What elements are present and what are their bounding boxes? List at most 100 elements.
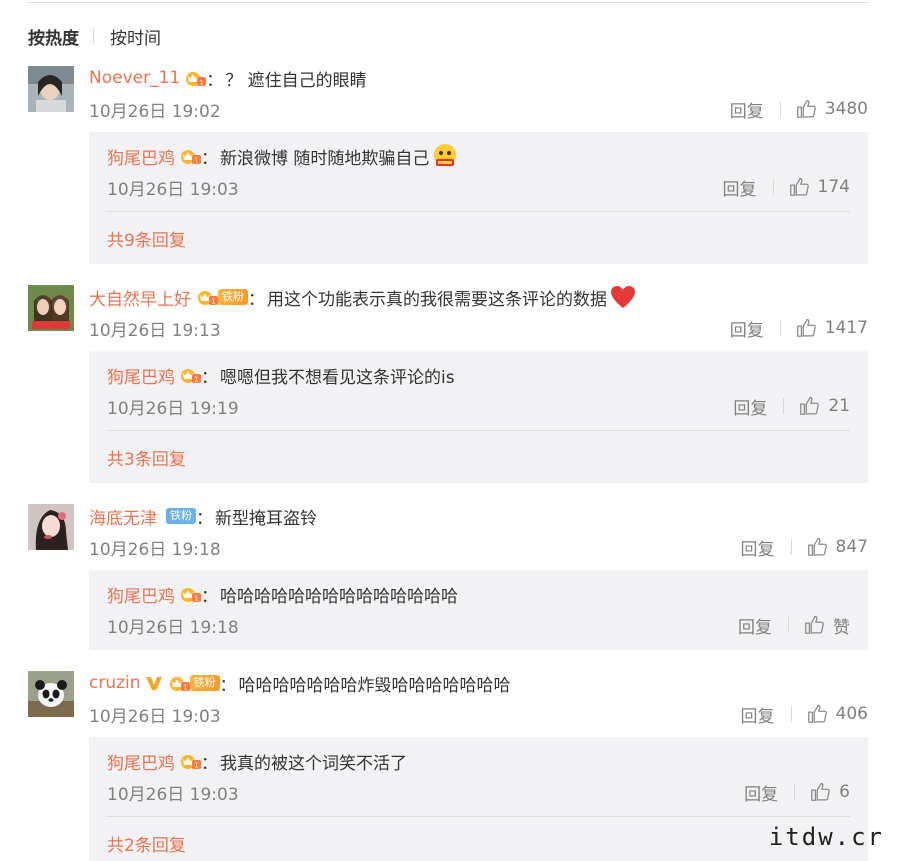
avatar[interactable] [28,66,74,112]
comment-meta: 10月26日 19:02 回复 3480 [89,97,868,122]
reply-actions: 回复 赞 [738,613,850,638]
reply-meta: 10月26日 19:03 回复 6 [107,780,850,805]
like-count: 847 [835,537,868,557]
thumb-up-icon [795,317,817,339]
more-replies: 共3条回复 [89,431,868,483]
comment-text-line: Noever_11 ： ？ 遮住自己的眼睛 [89,66,367,91]
like-count: 406 [835,704,868,724]
crown-badge-icon [168,674,190,692]
like-count: 3480 [824,99,868,119]
like-button[interactable]: 174 [788,176,850,198]
reply-button[interactable]: 回复 [738,613,772,638]
like-count: 6 [839,782,850,802]
like-button[interactable]: 21 [798,395,850,417]
reply-meta: 10月26日 19:19 回复 21 [107,394,850,419]
avatar[interactable] [28,285,74,331]
reply-username[interactable]: 狗尾巴鸡 [107,363,175,388]
reply-item: 狗尾巴鸡 ： 哈哈哈哈哈哈哈哈哈哈哈哈哈哈 10月26日 19:18 回复 赞 [89,570,868,650]
colon: ： [201,586,218,607]
reply-text: 新浪微博 随时随地欺骗自己 [220,148,430,169]
thumb-up-icon [806,536,828,558]
crown-badge-icon [179,752,201,770]
comment-meta: 10月26日 19:18 回复 847 [89,535,868,560]
iron-fan-tag: 铁粉 [189,675,220,691]
crown-badge-icon [179,147,201,165]
reply-time: 10月26日 19:03 [107,784,239,805]
avatar[interactable] [28,504,74,550]
heart-emoji [609,283,637,311]
comment-username[interactable]: 大自然早上好 [89,285,191,310]
reply-username[interactable]: 狗尾巴鸡 [107,144,175,169]
like-button[interactable]: 406 [806,703,868,725]
reply-list: 狗尾巴鸡 ： 我真的被这个词笑不活了 10月26日 19:03 回复 6 共2条… [89,737,868,861]
comment-username[interactable]: cruzin [89,673,141,693]
fan-badge: 铁粉 [160,507,196,525]
reply-button[interactable]: 回复 [733,394,767,419]
comment-meta: 10月26日 19:03 回复 406 [89,702,868,727]
thumb-up-icon [809,781,831,803]
reply-button[interactable]: 回复 [744,780,778,805]
reply-username[interactable]: 狗尾巴鸡 [107,582,175,607]
reply-button[interactable]: 回复 [730,97,764,122]
sort-separator [93,28,94,44]
reply-meta: 10月26日 19:03 回复 174 [107,175,850,200]
reply-list: 狗尾巴鸡 ： 新浪微博 随时随地欺骗自己 10月26日 19:03 回复 174… [89,132,868,264]
vip-v-icon [145,674,163,692]
reply-actions: 回复 21 [733,394,850,419]
thumb-up-icon [803,614,825,636]
like-count: 赞 [833,617,850,638]
comment-username[interactable]: 海底无津 [89,504,157,529]
action-separator [779,320,781,336]
reply-username[interactable]: 狗尾巴鸡 [107,749,175,774]
reply-time: 10月26日 19:19 [107,398,239,419]
more-replies-link[interactable]: 共3条回复 [107,445,186,470]
comment-text: ？ 遮住自己的眼睛 [225,70,367,91]
crown-badge-icon [184,69,206,87]
reply-button[interactable]: 回复 [730,316,764,341]
like-button[interactable]: 847 [806,536,868,558]
like-button[interactable]: 赞 [803,613,850,638]
action-separator [790,706,792,722]
reply-text: 嗯嗯但我不想看见这条评论的is [220,367,455,388]
colon: ： [196,508,213,529]
reply-button[interactable]: 回复 [741,535,775,560]
like-button[interactable]: 6 [809,781,850,803]
reply-text-line: 狗尾巴鸡 ： 嗯嗯但我不想看见这条评论的is [107,363,455,388]
iron-fan-tag: 铁粉 [166,508,196,524]
colon: ： [248,289,265,310]
like-count: 1417 [824,318,868,338]
reply-text: 哈哈哈哈哈哈哈哈哈哈哈哈哈哈 [220,586,458,607]
reply-button[interactable]: 回复 [741,702,775,727]
action-separator [788,617,789,633]
reply-text-line: 狗尾巴鸡 ： 新浪微博 随时随地欺骗自己 [107,144,459,169]
colon: ： [201,367,218,388]
reply-text-line: 狗尾巴鸡 ： 我真的被这个词笑不活了 [107,749,407,774]
iron-fan-tag: 铁粉 [218,289,248,305]
like-button[interactable]: 3480 [795,98,868,120]
crown-badge-icon [196,288,218,306]
sort-by-time-tab[interactable]: 按时间 [110,24,161,49]
reply-button[interactable]: 回复 [723,175,757,200]
colon: ： [201,148,218,169]
comment-actions: 回复 847 [741,535,868,560]
reply-item: 狗尾巴鸡 ： 新浪微博 随时随地欺骗自己 10月26日 19:03 回复 174 [89,132,868,212]
crown-badge-icon [179,366,201,384]
action-separator [790,539,792,555]
fan-badge: 铁粉 [166,674,220,692]
action-separator [783,398,785,414]
comment-actions: 回复 3480 [730,97,868,122]
action-separator [779,101,781,117]
more-replies-link[interactable]: 共9条回复 [107,226,186,251]
action-separator [772,179,774,195]
comment-username[interactable]: Noever_11 [89,68,180,88]
reply-time: 10月26日 19:18 [107,617,239,638]
reply-item: 狗尾巴鸡 ： 嗯嗯但我不想看见这条评论的is 10月26日 19:19 回复 2… [89,351,868,431]
comment-actions: 回复 406 [741,702,868,727]
more-replies-link[interactable]: 共2条回复 [107,831,186,856]
reply-actions: 回复 6 [744,780,850,805]
avatar[interactable] [28,671,74,717]
comment-time: 10月26日 19:02 [89,101,221,122]
comment-text-line: 海底无津 铁粉 ： 新型掩耳盗铃 [89,504,317,529]
sort-by-hot-tab[interactable]: 按热度 [28,24,79,49]
like-button[interactable]: 1417 [795,317,868,339]
